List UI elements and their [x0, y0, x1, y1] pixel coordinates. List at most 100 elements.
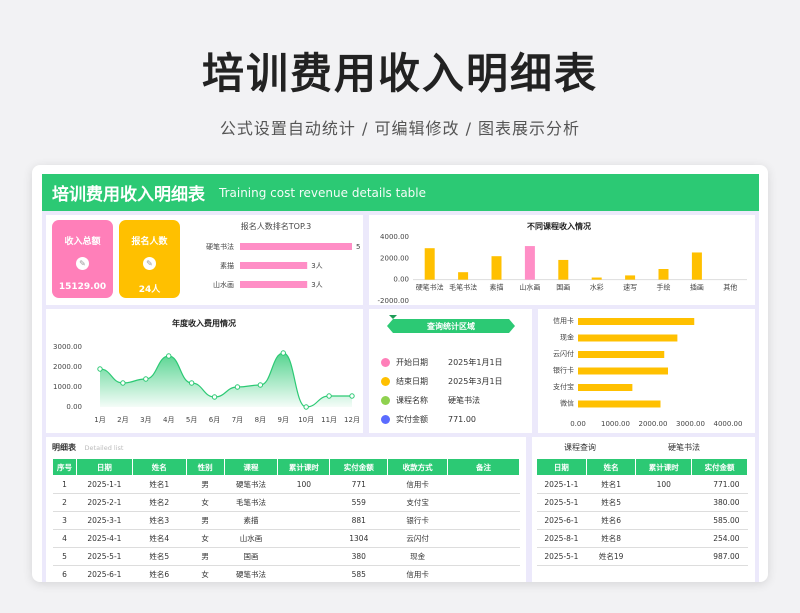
table-cell[interactable]: 支付宝 [387, 493, 448, 512]
column-header[interactable]: 累计课时 [635, 458, 693, 476]
table-cell[interactable]: 男 [186, 475, 225, 494]
table-cell[interactable] [447, 529, 520, 548]
table-cell[interactable]: 毛笔书法 [224, 493, 278, 512]
table-cell[interactable]: 4 [52, 529, 77, 548]
table-cell[interactable]: 254.00 [691, 529, 748, 548]
course-query-value[interactable]: 硬笔书法 [668, 442, 700, 453]
table-cell[interactable]: 2025-8-1 [536, 529, 587, 548]
table-cell[interactable]: 女 [186, 529, 225, 548]
table-cell[interactable]: 姓名2 [132, 493, 187, 512]
table-cell[interactable]: 姓名5 [586, 493, 636, 512]
kpi-enrollment[interactable]: 报名人数 ✎ 24人 [119, 220, 180, 298]
table-cell[interactable]: 585 [329, 565, 388, 582]
query-row[interactable]: 课程名称 硬笔书法 [381, 393, 531, 407]
table-cell[interactable]: 5 [52, 547, 77, 566]
table-cell[interactable]: 100 [277, 475, 330, 494]
table-cell[interactable]: 100 [635, 475, 692, 494]
table-cell[interactable]: 585.00 [691, 511, 748, 530]
table-row[interactable]: 6 2025-6-1 姓名6 女硬笔书法 585 信用卡 [52, 565, 520, 582]
table-cell[interactable]: 姓名3 [132, 511, 187, 530]
table-cell[interactable]: 2025-6-1 [76, 565, 133, 582]
table-cell[interactable]: 559 [329, 493, 388, 512]
table-row[interactable]: 2025-6-1 姓名6 585.00 [536, 511, 748, 530]
table-cell[interactable] [635, 511, 692, 530]
table-row[interactable]: 2025-1-1 姓名1 100 771.00 [536, 475, 748, 494]
table-cell[interactable]: 2025-6-1 [536, 511, 587, 530]
table-cell[interactable]: 硬笔书法 [224, 565, 278, 582]
query-row[interactable]: 开始日期 2025年1月1日 [381, 355, 531, 369]
table-row[interactable]: 4 2025-4-1 姓名4 女山水画 1304 云闪付 [52, 529, 520, 548]
table-row[interactable]: 2025-5-1 姓名19 987.00 [536, 547, 748, 566]
column-header[interactable]: 收款方式 [387, 458, 449, 476]
table-cell[interactable]: 姓名6 [586, 511, 636, 530]
table-cell[interactable]: 素描 [224, 511, 278, 530]
table-cell[interactable]: 2025-5-1 [536, 493, 587, 512]
table-row[interactable]: 2025-5-1 姓名5 380.00 [536, 493, 748, 512]
table-cell[interactable] [635, 547, 692, 566]
table-cell[interactable]: 2025-5-1 [76, 547, 133, 566]
table-cell[interactable]: 2 [52, 493, 77, 512]
table-cell[interactable] [635, 493, 692, 512]
table-cell[interactable]: 硬笔书法 [224, 475, 278, 494]
column-header[interactable]: 备注 [447, 458, 520, 476]
table-cell[interactable] [277, 493, 330, 512]
column-header[interactable]: 课程 [223, 458, 279, 476]
table-cell[interactable] [447, 565, 520, 582]
table-cell[interactable]: 987.00 [691, 547, 748, 566]
table-cell[interactable]: 国画 [224, 547, 278, 566]
table-cell[interactable]: 6 [52, 565, 77, 582]
table-cell[interactable]: 云闪付 [387, 529, 448, 548]
table-cell[interactable]: 山水画 [224, 529, 278, 548]
column-header[interactable]: 序号 [52, 458, 77, 476]
table-cell[interactable]: 姓名1 [132, 475, 187, 494]
table-cell[interactable]: 女 [186, 493, 225, 512]
table-cell[interactable]: 姓名5 [132, 547, 187, 566]
table-cell[interactable]: 2025-2-1 [76, 493, 133, 512]
table-cell[interactable]: 姓名6 [132, 565, 187, 582]
table-cell[interactable] [447, 475, 520, 494]
table-cell[interactable] [277, 529, 330, 548]
table-cell[interactable]: 2025-1-1 [76, 475, 133, 494]
query-row[interactable]: 实付金额 771.00 [381, 412, 531, 426]
table-row[interactable]: 3 2025-3-1 姓名3 男素描 881 银行卡 [52, 511, 520, 530]
table-cell[interactable]: 771 [329, 475, 388, 494]
table-cell[interactable] [447, 547, 520, 566]
table-cell[interactable]: 2025-3-1 [76, 511, 133, 530]
table-cell[interactable]: 男 [186, 547, 225, 566]
table-cell[interactable]: 2025-5-1 [536, 547, 587, 566]
table-cell[interactable]: 姓名19 [586, 547, 636, 566]
table-row[interactable]: 2025-8-1 姓名8 254.00 [536, 529, 748, 548]
table-cell[interactable]: 881 [329, 511, 388, 530]
column-header[interactable]: 累计课时 [277, 458, 331, 476]
table-cell[interactable] [635, 529, 692, 548]
kpi-total-revenue[interactable]: 收入总额 ✎ 15129.00 [52, 220, 113, 298]
table-cell[interactable]: 1304 [329, 529, 388, 548]
table-cell[interactable]: 信用卡 [387, 475, 448, 494]
table-row[interactable]: 1 2025-1-1 姓名1 男硬笔书法 100 771 信用卡 [52, 475, 520, 494]
table-row[interactable]: 2 2025-2-1 姓名2 女毛笔书法 559 支付宝 [52, 493, 520, 512]
table-cell[interactable] [277, 547, 330, 566]
table-cell[interactable]: 女 [186, 565, 225, 582]
column-header[interactable]: 性别 [185, 458, 225, 476]
column-header[interactable]: 姓名 [585, 458, 637, 476]
column-header[interactable]: 日期 [536, 458, 587, 476]
table-cell[interactable]: 1 [52, 475, 77, 494]
table-cell[interactable]: 2025-1-1 [536, 475, 587, 494]
table-cell[interactable] [447, 493, 520, 512]
table-cell[interactable] [277, 565, 330, 582]
table-cell[interactable]: 3 [52, 511, 77, 530]
table-cell[interactable]: 380.00 [691, 493, 748, 512]
table-row[interactable]: 5 2025-5-1 姓名5 男国画 380 现金 [52, 547, 520, 566]
table-cell[interactable] [277, 511, 330, 530]
column-header[interactable]: 实付金额 [329, 458, 389, 476]
table-cell[interactable]: 姓名4 [132, 529, 187, 548]
table-cell[interactable]: 380 [329, 547, 388, 566]
table-cell[interactable]: 姓名1 [586, 475, 636, 494]
table-cell[interactable]: 现金 [387, 547, 448, 566]
table-cell[interactable]: 银行卡 [387, 511, 448, 530]
table-cell[interactable]: 男 [186, 511, 225, 530]
column-header[interactable]: 日期 [75, 458, 133, 476]
table-cell[interactable]: 信用卡 [387, 565, 448, 582]
table-cell[interactable] [447, 511, 520, 530]
column-header[interactable]: 姓名 [131, 458, 187, 476]
